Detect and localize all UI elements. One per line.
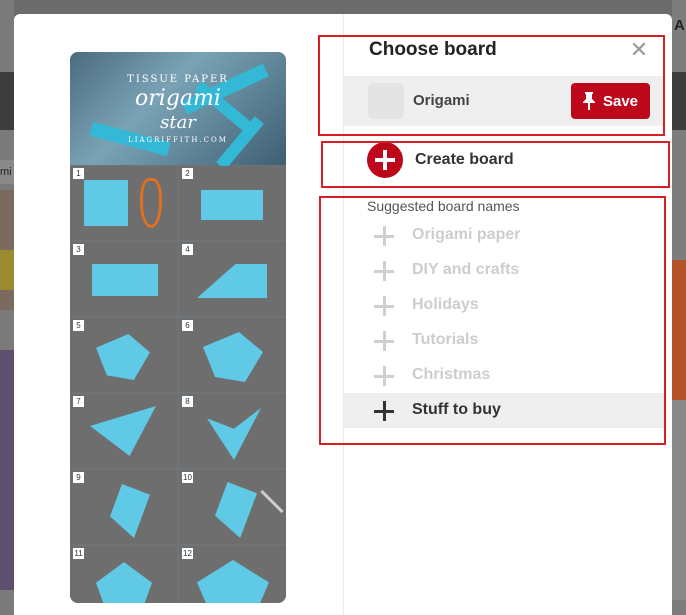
step-cell: 9: [70, 470, 177, 544]
step-cell: 10: [179, 470, 286, 544]
background-right-text: A: [674, 17, 685, 34]
pin-header-line4: LIAGRIFFITH.COM: [128, 136, 228, 144]
background-left-strip: [0, 0, 14, 615]
pin-header-line3: star: [160, 112, 196, 133]
step-cell: 8: [179, 394, 286, 468]
step-cell: 1: [70, 166, 177, 240]
step-cell: 7: [70, 394, 177, 468]
highlight-box-board-selector: [318, 35, 665, 136]
pin-header-line2: origami: [135, 86, 221, 111]
step-cell: 6: [179, 318, 286, 392]
background-left-text: mi: [0, 166, 12, 178]
pin-header-line1: TISSUE PAPER: [127, 74, 229, 85]
highlight-box-suggestions: [319, 196, 666, 445]
background-right-strip: [672, 0, 686, 615]
step-cell: 2: [179, 166, 286, 240]
pin-header-image: TISSUE PAPER origami star LIAGRIFFITH.CO…: [70, 52, 286, 170]
step-cell: 3: [70, 242, 177, 316]
step-cell: 11: [70, 546, 177, 603]
step-cell: 5: [70, 318, 177, 392]
highlight-box-create-board: [321, 141, 670, 188]
pin-image: TISSUE PAPER origami star LIAGRIFFITH.CO…: [70, 52, 286, 603]
step-cell: 4: [179, 242, 286, 316]
step-cell: 12: [179, 546, 286, 603]
